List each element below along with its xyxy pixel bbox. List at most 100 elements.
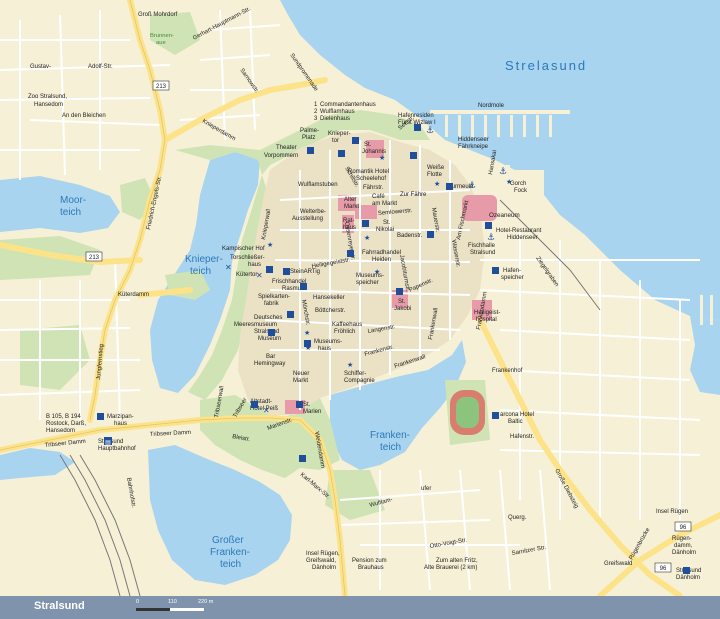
star-icon: ★	[374, 268, 380, 276]
hotel-icon	[414, 124, 421, 131]
strelasund-label: Strelasund	[505, 58, 587, 73]
hotel-icon	[347, 250, 354, 257]
knieperteich-label-1: Knieper-	[185, 254, 223, 265]
hotel-icon	[427, 231, 434, 238]
poi-marien-1: St.	[303, 402, 311, 408]
poi-rathaus-1: Rat-	[343, 218, 354, 224]
street-hafenstr: Hafenstr.	[510, 434, 534, 440]
poi-fahrradhandel-2: Heiden	[372, 257, 391, 263]
grosser-frankenteich-label-2: Franken-	[210, 547, 250, 558]
star-icon: ★	[347, 361, 353, 369]
poi-nikolai-1: St.	[383, 220, 391, 226]
museum-icon	[296, 401, 303, 408]
poi-alter-fritz-1: Zum alten Fritz,	[436, 558, 478, 564]
frankenteich-label-1: Franken-	[370, 430, 410, 441]
museum-icon	[266, 266, 273, 273]
poi-cafe-2: am Markt	[372, 201, 397, 207]
anchor-icon: ✕	[256, 271, 263, 280]
poi-meeresmuseum-1: Deutsches	[254, 315, 282, 321]
hotel-icon	[268, 329, 275, 336]
poi-gorch-fock-2: Fock	[514, 188, 528, 194]
poi-ozeaneum: Ozeaneum	[489, 212, 520, 219]
poi-hotel-restaurant-1: Hotel-Restaurant	[496, 228, 542, 234]
poi-hiddenseer-2: Fährkneipe	[458, 144, 489, 150]
poi-weisse-flotte-2: Flotte	[427, 172, 443, 178]
poi-fischhalle-1: Fischhalle	[468, 243, 496, 249]
poi-schiffer-2: Compagnie	[344, 378, 375, 384]
brunnenaue-label-2: aue	[156, 40, 166, 46]
bus-icon: ✕	[263, 406, 270, 415]
museum-icon	[410, 152, 417, 159]
moorteich-label-2: teich	[60, 207, 81, 218]
road-number-213-b: 213	[89, 255, 100, 261]
poi-meeresmuseum-2: Meeresmuseum	[234, 322, 277, 328]
poi-jakobi-1: St.	[398, 299, 406, 305]
frankenteich-label-2: teich	[380, 442, 401, 453]
poi-wulflamstuben: Wulflamstuben	[298, 182, 338, 188]
poi-romantik-2: Scheelehof	[356, 176, 386, 182]
poi-heilgeist-2: hospital	[476, 317, 497, 323]
poi-neuer-markt-2: Markt	[293, 378, 308, 384]
grosser-frankenteich-label-1: Großer	[212, 535, 244, 546]
moorteich-label-1: Moor-	[60, 195, 86, 206]
poi-ruegendamm-3: Dänholm	[672, 550, 696, 556]
poi-marzipan-1: Marzipan-	[107, 414, 134, 420]
star-icon: ★	[305, 344, 311, 352]
brunnenaue-label-1: Brunnen-	[150, 33, 174, 39]
poi-rathaus-2: haus	[343, 225, 356, 231]
poi-torschliesser-2: haus	[248, 262, 261, 268]
poi-torschliesser-1: Torschließer-	[230, 255, 265, 261]
poi-alter-markt-1: Alter	[344, 197, 356, 203]
street-querg: Querg.	[508, 515, 527, 521]
street-bottcherstr: Böttcherstr.	[315, 308, 346, 314]
b105-label-1: B 105, B 194	[46, 414, 81, 420]
scale-end: 220 m	[198, 599, 214, 605]
museum-icon	[300, 283, 307, 290]
poi-knieper-tor-1: Knieper-	[328, 131, 351, 137]
hotel-icon	[683, 567, 690, 574]
road-number-213-a: 213	[156, 84, 167, 90]
poi-museumshaus-1: Museums-	[314, 339, 342, 345]
poi-alter-fritz-2: Alte Brauerei (2 km)	[424, 565, 477, 571]
poi-palme-2: Platz	[302, 135, 315, 141]
zoo-label-2: Hansedom	[34, 102, 63, 108]
poi-kampischer-hof: Kampischer Hof	[222, 246, 265, 252]
street-fahrstr: Fährstr.	[363, 185, 384, 191]
poi-nikolai-2: Nikolai	[376, 227, 394, 233]
street-adolf: Adolf-Str.	[88, 64, 113, 70]
museum-icon	[307, 147, 314, 154]
poi-museumshaus-2: haus	[318, 346, 331, 352]
anchor-icon: ✕	[225, 263, 232, 272]
poi-marzipan-2: haus	[114, 421, 127, 427]
poi-ruegendamm-2: damm,	[674, 543, 693, 549]
poi-kaffeehaus-2: Fröhlich	[334, 329, 355, 335]
theater-icon	[352, 137, 359, 144]
poi-hansekeller: Hansekeller	[313, 295, 345, 301]
stadium	[450, 390, 485, 435]
knieperteich-label-2: teich	[190, 266, 211, 277]
hotel-icon	[485, 222, 492, 229]
poi-welterbe-2: Ausstellung	[292, 216, 323, 222]
poi-insel-ruegen-2: Greifswald,	[306, 558, 336, 564]
poi-palme-1: Palme-	[300, 128, 319, 134]
hotel-icon	[492, 412, 499, 419]
street-gustav: Gustav-	[30, 64, 51, 70]
hotel-icon	[97, 413, 104, 420]
b105-label-2: Rostock, Darß,	[46, 421, 86, 427]
star-icon: ★	[379, 154, 385, 162]
poi-pension-2: Brauhaus	[358, 565, 384, 571]
street-badenstr: Badenstr.	[397, 233, 423, 239]
scale-zero: 0	[136, 599, 140, 605]
poi-theater-2: Vorpommern	[264, 153, 298, 159]
poi-meeresmuseum-4: Museum	[258, 336, 281, 342]
poi-greifswald: Greifswald	[604, 561, 632, 567]
poi-insel-ruegen-1: Insel Rügen,	[306, 551, 340, 557]
road-number-96-a: 96	[680, 525, 687, 531]
star-icon: ★	[364, 234, 370, 242]
street-kuterdamm: Küterdamm	[118, 292, 149, 298]
scale-bar: 0 110 220 m	[136, 599, 256, 617]
poi-pension-1: Pension zum	[352, 558, 387, 564]
poi-hotel-restaurant-2: Hiddenseer	[507, 235, 538, 241]
grosser-frankenteich-label-3: teich	[220, 559, 241, 570]
poi-romantik-1: Romantik Hotel	[348, 169, 389, 175]
